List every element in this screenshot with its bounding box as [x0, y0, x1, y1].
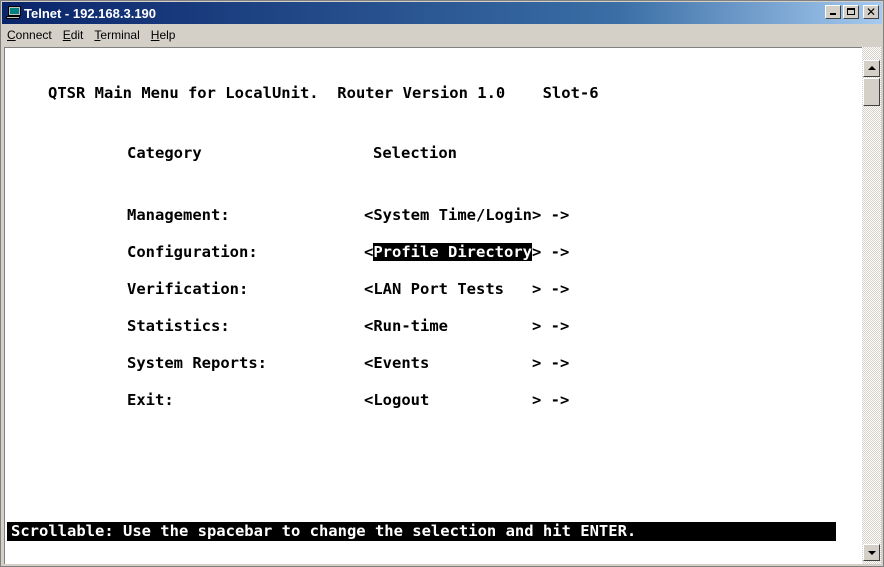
minimize-button[interactable] — [825, 5, 841, 19]
title-bar[interactable]: Telnet - 192.168.3.190 ✕ — [2, 2, 882, 24]
window-controls: ✕ — [825, 5, 879, 19]
maximize-icon — [847, 8, 855, 15]
telnet-window: Telnet - 192.168.3.190 ✕ Connect Edit Te… — [0, 0, 884, 567]
status-line: Scrollable: Use the spacebar to change t… — [7, 522, 836, 541]
terminal-screen[interactable]: QTSR Main Menu for LocalUnit. Router Ver… — [5, 48, 863, 563]
category-exit: Exit: — [127, 391, 174, 409]
selected-value: Profile Directory — [373, 243, 532, 261]
selection-statistics[interactable]: <Run-time > -> — [364, 317, 569, 335]
scroll-up-button[interactable] — [863, 60, 880, 77]
menu-connect[interactable]: Connect — [2, 28, 58, 42]
scroll-thumb[interactable] — [863, 78, 880, 106]
arrow-down-icon — [868, 551, 876, 555]
maximize-button[interactable] — [843, 5, 859, 19]
menu-help[interactable]: Help — [146, 28, 182, 42]
selection-management[interactable]: <System Time/Login> -> — [364, 206, 569, 224]
arrow-up-icon — [868, 66, 876, 70]
category-management: Management: — [127, 206, 230, 224]
selection-exit[interactable]: <Logout > -> — [364, 391, 569, 409]
category-configuration: Configuration: — [127, 243, 258, 261]
selection-verification[interactable]: <LAN Port Tests > -> — [364, 280, 569, 298]
window-title: Telnet - 192.168.3.190 — [24, 5, 157, 21]
column-header-selection: Selection — [373, 144, 457, 162]
category-system-reports: System Reports: — [127, 354, 267, 372]
minimize-icon — [830, 13, 836, 15]
close-icon: ✕ — [865, 5, 877, 19]
menu-edit[interactable]: Edit — [58, 28, 90, 42]
menu-header: QTSR Main Menu for LocalUnit. Router Ver… — [48, 84, 599, 102]
menu-terminal[interactable]: Terminal — [89, 28, 145, 42]
scroll-down-button[interactable] — [863, 544, 880, 561]
selection-system-reports[interactable]: <Events > -> — [364, 354, 569, 372]
vertical-scrollbar[interactable] — [862, 47, 881, 564]
close-button[interactable]: ✕ — [863, 5, 879, 19]
telnet-computer-icon[interactable] — [6, 6, 21, 20]
column-header-category: Category — [127, 144, 202, 162]
category-statistics: Statistics: — [127, 317, 230, 335]
menu-bar: Connect Edit Terminal Help — [2, 25, 882, 45]
category-verification: Verification: — [127, 280, 249, 298]
selection-configuration[interactable]: <Profile Directory> -> — [364, 243, 569, 261]
terminal-area[interactable]: QTSR Main Menu for LocalUnit. Router Ver… — [4, 47, 862, 564]
